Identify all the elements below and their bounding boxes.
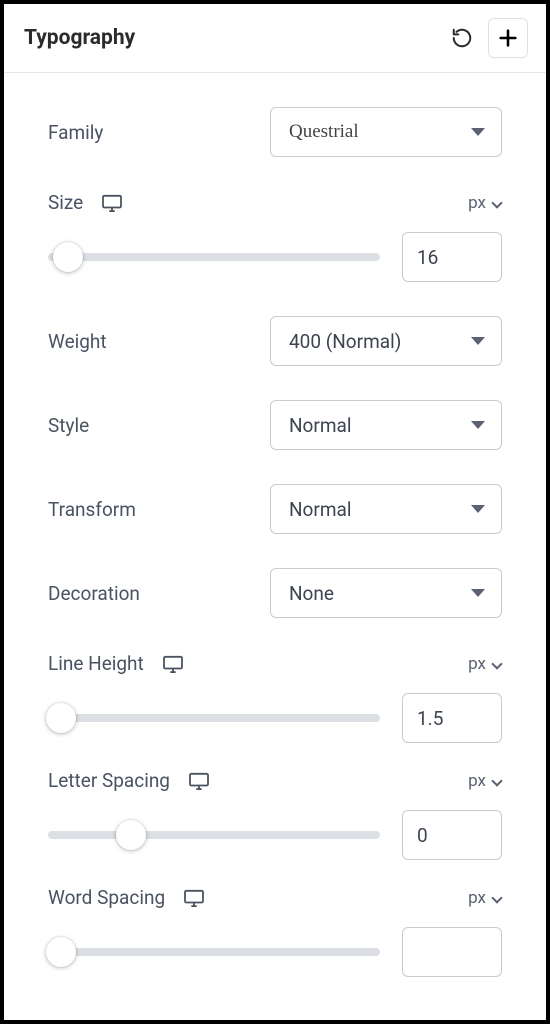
letter-spacing-unit-select[interactable]: px (468, 771, 502, 791)
word-spacing-slider[interactable] (48, 948, 380, 956)
letter-spacing-slider[interactable] (48, 831, 380, 839)
line-height-slider[interactable] (48, 714, 380, 722)
chevron-down-icon (471, 421, 485, 429)
chevron-down-icon (492, 776, 502, 786)
size-slider[interactable] (48, 253, 380, 261)
style-label: Style (48, 414, 89, 437)
page-title: Typography (24, 26, 135, 50)
line-height-unit: px (468, 654, 486, 674)
decoration-label: Decoration (48, 582, 140, 605)
size-unit: px (468, 193, 486, 213)
chevron-down-icon (492, 659, 502, 669)
word-spacing-label: Word Spacing (48, 886, 165, 909)
line-height-unit-select[interactable]: px (468, 654, 502, 674)
decoration-value: None (289, 582, 334, 605)
family-value: Questrial (289, 121, 359, 143)
responsive-icon[interactable] (101, 194, 123, 212)
style-value: Normal (289, 414, 351, 437)
letter-spacing-input[interactable] (402, 810, 502, 860)
reset-button[interactable] (442, 18, 482, 58)
style-select[interactable]: Normal (270, 400, 502, 450)
chevron-down-icon (492, 893, 502, 903)
transform-label: Transform (48, 498, 136, 521)
slider-thumb[interactable] (53, 242, 83, 272)
decoration-select[interactable]: None (270, 568, 502, 618)
add-button[interactable] (488, 18, 528, 58)
responsive-icon[interactable] (188, 772, 210, 790)
line-height-label: Line Height (48, 652, 144, 675)
weight-select[interactable]: 400 (Normal) (270, 316, 502, 366)
weight-value: 400 (Normal) (289, 330, 401, 353)
chevron-down-icon (471, 505, 485, 513)
family-label: Family (48, 121, 103, 144)
undo-icon (451, 27, 473, 49)
chevron-down-icon (471, 128, 485, 136)
slider-thumb[interactable] (46, 703, 76, 733)
responsive-icon[interactable] (183, 889, 205, 907)
transform-value: Normal (289, 498, 351, 521)
transform-select[interactable]: Normal (270, 484, 502, 534)
line-height-input[interactable] (402, 693, 502, 743)
chevron-down-icon (471, 337, 485, 345)
word-spacing-unit: px (468, 888, 486, 908)
word-spacing-unit-select[interactable]: px (468, 888, 502, 908)
word-spacing-input[interactable] (402, 927, 502, 977)
responsive-icon[interactable] (162, 655, 184, 673)
weight-label: Weight (48, 330, 107, 353)
letter-spacing-label: Letter Spacing (48, 769, 170, 792)
size-label: Size (48, 191, 83, 214)
slider-thumb[interactable] (46, 937, 76, 967)
size-unit-select[interactable]: px (468, 193, 502, 213)
chevron-down-icon (492, 198, 502, 208)
plus-icon (497, 27, 519, 49)
size-input[interactable] (402, 232, 502, 282)
letter-spacing-unit: px (468, 771, 486, 791)
chevron-down-icon (471, 589, 485, 597)
slider-thumb[interactable] (116, 820, 146, 850)
family-select[interactable]: Questrial (270, 107, 502, 157)
